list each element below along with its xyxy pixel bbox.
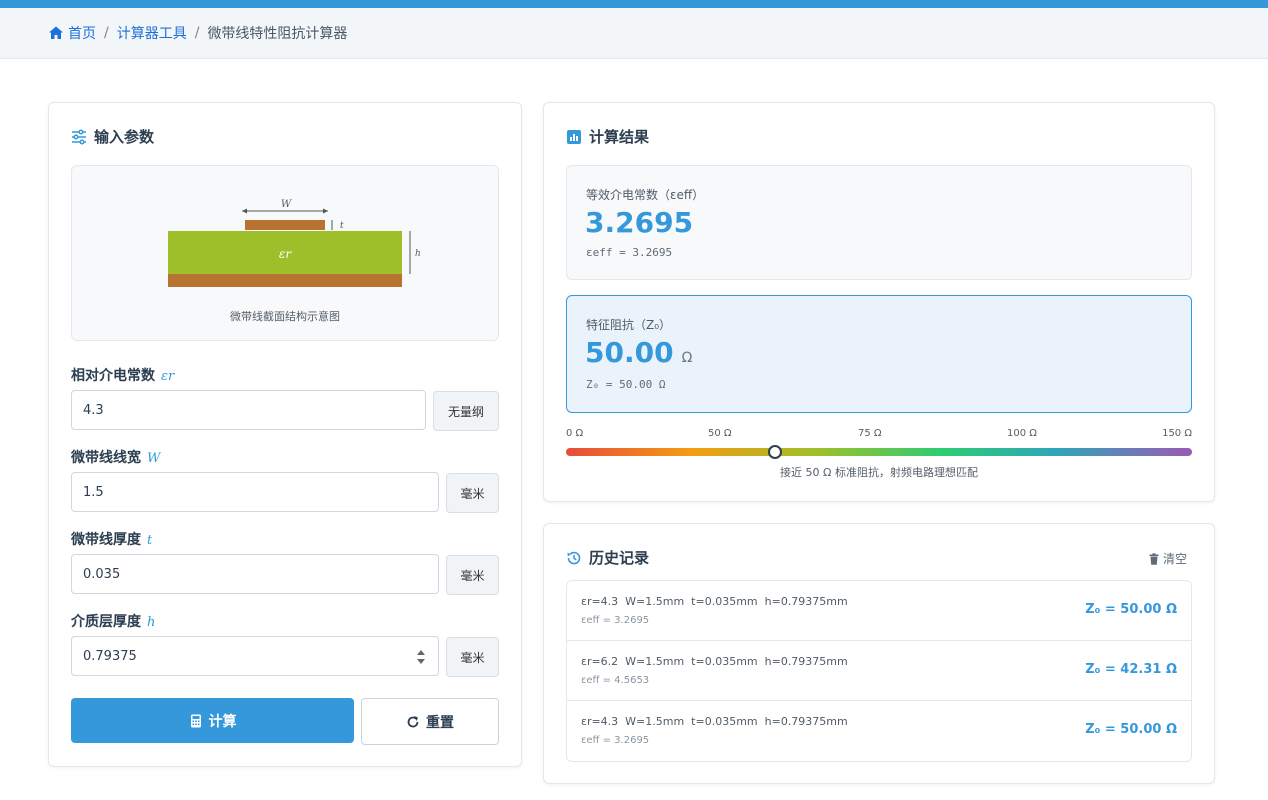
label-er: εr bbox=[279, 247, 292, 261]
history-panel-header: 历史记录 bbox=[566, 547, 649, 568]
scale-label-0: 0 Ω bbox=[566, 428, 584, 439]
sliders-icon bbox=[71, 128, 87, 145]
breadcrumb-home-link[interactable]: 首页 bbox=[68, 23, 96, 43]
history-item[interactable]: εr=6.2 W=1.5mm t=0.035mm h=0.79375mm εef… bbox=[567, 641, 1191, 701]
impedance-scale-bar bbox=[566, 448, 1192, 456]
er-input[interactable]: 4.3 bbox=[71, 390, 426, 430]
height-input[interactable]: 0.79375 bbox=[71, 636, 439, 676]
width-label: 微带线线宽 W bbox=[71, 450, 161, 466]
scale-label-50: 50 Ω bbox=[708, 428, 732, 439]
microstrip-diagram: W t εr h 微带线截面结构示意图 bbox=[71, 165, 499, 341]
eeff-result-box: 等效介电常数（εeff） 3.2695 εeff = 3.2695 bbox=[566, 165, 1192, 280]
input-panel: 输入参数 W t εr h 微带线截面结构示意图 相对介电常数 εr 4.3 无量… bbox=[48, 102, 522, 767]
calculate-button[interactable]: 计算 bbox=[71, 698, 354, 743]
result-panel-title: 计算结果 bbox=[589, 128, 650, 146]
z0-unit: Ω bbox=[681, 350, 693, 366]
reset-button-label: 重置 bbox=[426, 714, 454, 731]
clear-history-button[interactable]: 清空 bbox=[1148, 550, 1187, 567]
impedance-note: 接近 50 Ω 标准阻抗，射频电路理想匹配 bbox=[780, 466, 978, 479]
scale-label-75: 75 Ω bbox=[858, 428, 882, 439]
z0-label: 特征阻抗（Z₀） bbox=[586, 318, 672, 332]
history-params: εr=4.3 W=1.5mm t=0.035mm h=0.79375mm bbox=[581, 595, 848, 608]
label-w: W bbox=[281, 199, 292, 210]
history-panel-title: 历史记录 bbox=[589, 549, 650, 567]
z0-result-box: 特征阻抗（Z₀） 50.00 Ω Z₀ = 50.00 Ω bbox=[566, 295, 1192, 413]
ground-plane bbox=[168, 274, 402, 287]
height-input-value: 0.79375 bbox=[83, 648, 137, 664]
refresh-icon bbox=[406, 715, 420, 729]
eeff-formula: εeff = 3.2695 bbox=[586, 246, 673, 259]
height-label: 介质层厚度 h bbox=[71, 614, 156, 630]
z0-formula: Z₀ = 50.00 Ω bbox=[586, 378, 666, 391]
er-label: 相对介电常数 εr bbox=[71, 368, 175, 384]
result-panel-header: 计算结果 bbox=[566, 126, 649, 147]
calculator-icon bbox=[189, 714, 203, 728]
bar-chart-icon bbox=[566, 129, 582, 145]
home-icon[interactable] bbox=[48, 25, 64, 41]
history-item[interactable]: εr=4.3 W=1.5mm t=0.035mm h=0.79375mm εef… bbox=[567, 701, 1191, 761]
impedance-scale-labels: 0 Ω 50 Ω 75 Ω 100 Ω 150 Ω bbox=[566, 428, 1192, 442]
z0-value: 50.00 bbox=[585, 336, 674, 369]
thickness-unit: 毫米 bbox=[446, 555, 499, 595]
scale-label-150: 150 Ω bbox=[1162, 428, 1192, 439]
clear-history-label: 清空 bbox=[1162, 552, 1187, 566]
reset-button[interactable]: 重置 bbox=[361, 698, 499, 745]
breadcrumb-separator: / bbox=[194, 25, 200, 41]
history-list: εr=4.3 W=1.5mm t=0.035mm h=0.79375mm εef… bbox=[566, 580, 1192, 762]
history-params: εr=4.3 W=1.5mm t=0.035mm h=0.79375mm bbox=[581, 715, 848, 728]
input-panel-title: 输入参数 bbox=[94, 128, 155, 146]
breadcrumb-current: 微带线特性阻抗计算器 bbox=[207, 26, 348, 42]
er-symbol: εr bbox=[161, 369, 175, 384]
history-z0: Z₀ = 50.00 Ω bbox=[1085, 722, 1177, 737]
thickness-input[interactable]: 0.035 bbox=[71, 554, 439, 594]
history-params: εr=6.2 W=1.5mm t=0.035mm h=0.79375mm bbox=[581, 655, 848, 668]
thickness-symbol: t bbox=[147, 533, 153, 548]
width-input[interactable]: 1.5 bbox=[71, 472, 439, 512]
history-icon bbox=[566, 550, 582, 566]
scale-label-100: 100 Ω bbox=[1007, 428, 1037, 439]
thickness-label: 微带线厚度 t bbox=[71, 532, 153, 548]
history-panel: 历史记录 清空 εr=4.3 W=1.5mm t=0.035mm h=0.793… bbox=[543, 523, 1215, 784]
history-item[interactable]: εr=4.3 W=1.5mm t=0.035mm h=0.79375mm εef… bbox=[567, 581, 1191, 641]
label-t: t bbox=[340, 221, 344, 231]
history-eeff: εeff = 3.2695 bbox=[581, 735, 650, 746]
diagram-caption: 微带线截面结构示意图 bbox=[230, 310, 340, 323]
number-stepper-icon[interactable] bbox=[416, 647, 426, 667]
calculate-button-label: 计算 bbox=[208, 713, 237, 730]
history-eeff: εeff = 3.2695 bbox=[581, 615, 650, 626]
conductor-strip bbox=[245, 220, 325, 230]
er-unit: 无量纲 bbox=[433, 391, 499, 431]
top-accent-bar bbox=[0, 0, 1268, 8]
trash-icon bbox=[1148, 552, 1160, 565]
result-panel: 计算结果 等效介电常数（εeff） 3.2695 εeff = 3.2695 特… bbox=[543, 102, 1215, 502]
microstrip-cross-section: W t εr h bbox=[168, 199, 421, 287]
breadcrumb: 首页 / 计算器工具 / 微带线特性阻抗计算器 bbox=[0, 8, 1268, 59]
history-eeff: εeff = 4.5653 bbox=[581, 675, 650, 686]
eeff-value: 3.2695 bbox=[585, 206, 694, 239]
height-symbol: h bbox=[147, 615, 156, 630]
eeff-label: 等效介电常数（εeff） bbox=[586, 188, 705, 202]
width-unit: 毫米 bbox=[446, 473, 499, 513]
height-unit: 毫米 bbox=[446, 637, 499, 677]
history-z0: Z₀ = 42.31 Ω bbox=[1085, 662, 1177, 677]
label-h: h bbox=[415, 249, 421, 259]
impedance-marker bbox=[767, 445, 782, 459]
history-z0: Z₀ = 50.00 Ω bbox=[1085, 602, 1177, 617]
breadcrumb-separator: / bbox=[104, 25, 109, 41]
input-panel-header: 输入参数 bbox=[71, 126, 154, 147]
width-symbol: W bbox=[147, 451, 161, 466]
z0-value-line: 50.00 Ω bbox=[585, 336, 692, 369]
breadcrumb-tools-link[interactable]: 计算器工具 bbox=[117, 23, 187, 43]
